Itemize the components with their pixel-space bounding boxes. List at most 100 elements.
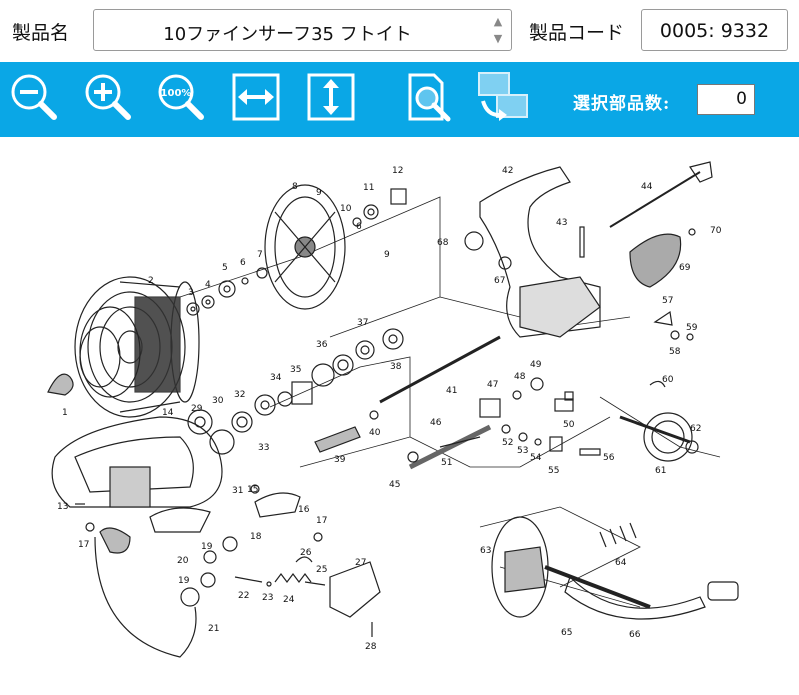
toolbar: 100% 選択部品数: 0 (0, 62, 799, 137)
fit-height-icon (307, 73, 355, 121)
part-label[interactable]: 7 (257, 250, 263, 260)
part-label[interactable]: 64 (615, 558, 627, 568)
part-label[interactable]: 13 (57, 502, 68, 512)
part-label[interactable]: 29 (191, 404, 203, 414)
part-label[interactable]: 37 (357, 318, 368, 328)
spinner-down-icon[interactable]: ▼ (489, 30, 507, 47)
zoom-in-icon (85, 74, 131, 120)
product-name-value: 10ファインサーフ35 フトイト (163, 24, 412, 45)
part-label[interactable]: 17 (316, 516, 327, 526)
part-label[interactable]: 62 (690, 424, 701, 434)
part-label[interactable]: 39 (334, 455, 346, 465)
part-label[interactable]: 51 (441, 458, 452, 468)
part-label[interactable]: 59 (686, 323, 698, 333)
part-label[interactable]: 36 (316, 340, 328, 350)
part-label[interactable]: 60 (662, 375, 674, 385)
part-label[interactable]: 4 (205, 280, 211, 290)
spinner-up-icon[interactable]: ▲ (489, 13, 507, 30)
zoom-100-button[interactable]: 100% (155, 71, 207, 123)
part-label[interactable]: 19 (178, 576, 190, 586)
part-label[interactable]: 70 (710, 226, 722, 236)
part-label[interactable]: 48 (514, 372, 526, 382)
part-label[interactable]: 9 (316, 188, 322, 198)
part-label[interactable]: 9 (384, 250, 390, 260)
fit-height-button[interactable] (305, 71, 357, 123)
part-label[interactable]: 68 (437, 238, 449, 248)
part-label[interactable]: 10 (340, 204, 352, 214)
part-label[interactable]: 24 (283, 595, 295, 605)
part-label[interactable]: 21 (208, 624, 219, 634)
part-label[interactable]: 53 (517, 446, 528, 456)
part-label[interactable]: 33 (258, 443, 269, 453)
part-label[interactable]: 27 (355, 558, 366, 568)
part-label[interactable]: 16 (298, 505, 310, 515)
part-label[interactable]: 34 (270, 373, 282, 383)
part-label[interactable]: 58 (669, 347, 681, 357)
part-label[interactable]: 45 (389, 480, 400, 490)
zoom-100-label: 100% (161, 88, 192, 99)
switch-view-icon (478, 72, 528, 121)
part-label[interactable]: 3 (188, 288, 194, 298)
product-name-select[interactable]: 10ファインサーフ35 フトイト ▲ ▼ (93, 9, 512, 51)
part-label[interactable]: 65 (561, 628, 572, 638)
part-label[interactable]: 23 (262, 593, 273, 603)
part-label[interactable]: 35 (290, 365, 301, 375)
part-label[interactable]: 61 (655, 466, 666, 476)
part-label[interactable]: 67 (494, 276, 505, 286)
part-label[interactable]: 17 (78, 540, 89, 550)
product-code-field: 0005: 9332 (641, 9, 788, 51)
part-label[interactable]: 22 (238, 591, 249, 601)
part-label[interactable]: 55 (548, 466, 559, 476)
part-label[interactable]: 41 (446, 386, 457, 396)
zoom-out-button[interactable] (8, 71, 60, 123)
parts-diagram-svg: 1 2 3 4 5 6 6 7 8 9 9 10 11 12 13 14 15 … (47, 161, 739, 658)
part-label[interactable]: 69 (679, 263, 691, 273)
part-label[interactable]: 11 (363, 183, 374, 193)
part-label[interactable]: 57 (662, 296, 673, 306)
part-label[interactable]: 50 (563, 420, 575, 430)
part-label[interactable]: 46 (430, 418, 442, 428)
fit-width-button[interactable] (230, 71, 282, 123)
part-label[interactable]: 63 (480, 546, 491, 556)
part-label[interactable]: 44 (641, 182, 653, 192)
part-label[interactable]: 54 (530, 453, 542, 463)
header-bar: 製品名 10ファインサーフ35 フトイト ▲ ▼ 製品コード 0005: 933… (0, 0, 799, 62)
part-label[interactable]: 56 (603, 453, 615, 463)
zoom-out-icon (11, 74, 57, 120)
switch-view-button[interactable] (477, 71, 529, 123)
part-label[interactable]: 25 (316, 565, 327, 575)
zoom-100-icon: 100% (158, 74, 204, 120)
product-spinner[interactable]: ▲ ▼ (489, 13, 507, 47)
part-label[interactable]: 49 (530, 360, 542, 370)
part-label[interactable]: 8 (292, 182, 298, 192)
part-label[interactable]: 32 (234, 390, 245, 400)
product-name-label: 製品名 (12, 22, 70, 44)
zoom-in-button[interactable] (82, 71, 134, 123)
part-label[interactable]: 26 (300, 548, 312, 558)
product-code-value: 0005: 9332 (659, 20, 770, 42)
part-label[interactable]: 14 (162, 408, 174, 418)
part-label[interactable]: 20 (177, 556, 189, 566)
part-label[interactable]: 6 (240, 258, 246, 268)
part-label[interactable]: 66 (629, 630, 641, 640)
part-label[interactable]: 5 (222, 263, 228, 273)
part-label[interactable]: 6 (356, 222, 362, 232)
part-label[interactable]: 15 (247, 485, 258, 495)
part-label[interactable]: 2 (148, 276, 154, 286)
exploded-parts-diagram: 1 2 3 4 5 6 6 7 8 9 9 10 11 12 13 14 15 … (0, 137, 799, 691)
part-label[interactable]: 52 (502, 438, 513, 448)
part-label[interactable]: 19 (201, 542, 213, 552)
part-label[interactable]: 47 (487, 380, 498, 390)
part-label[interactable]: 28 (365, 642, 377, 652)
part-label[interactable]: 18 (250, 532, 262, 542)
part-label[interactable]: 40 (369, 428, 381, 438)
part-label[interactable]: 1 (62, 408, 68, 418)
part-label[interactable]: 43 (556, 218, 567, 228)
page-search-button[interactable] (402, 71, 454, 123)
part-label[interactable]: 38 (390, 362, 402, 372)
part-label[interactable]: 30 (212, 396, 224, 406)
part-label[interactable]: 31 (232, 486, 243, 496)
part-label[interactable]: 12 (392, 166, 403, 176)
product-code-label: 製品コード (529, 22, 625, 44)
part-label[interactable]: 42 (502, 166, 513, 176)
